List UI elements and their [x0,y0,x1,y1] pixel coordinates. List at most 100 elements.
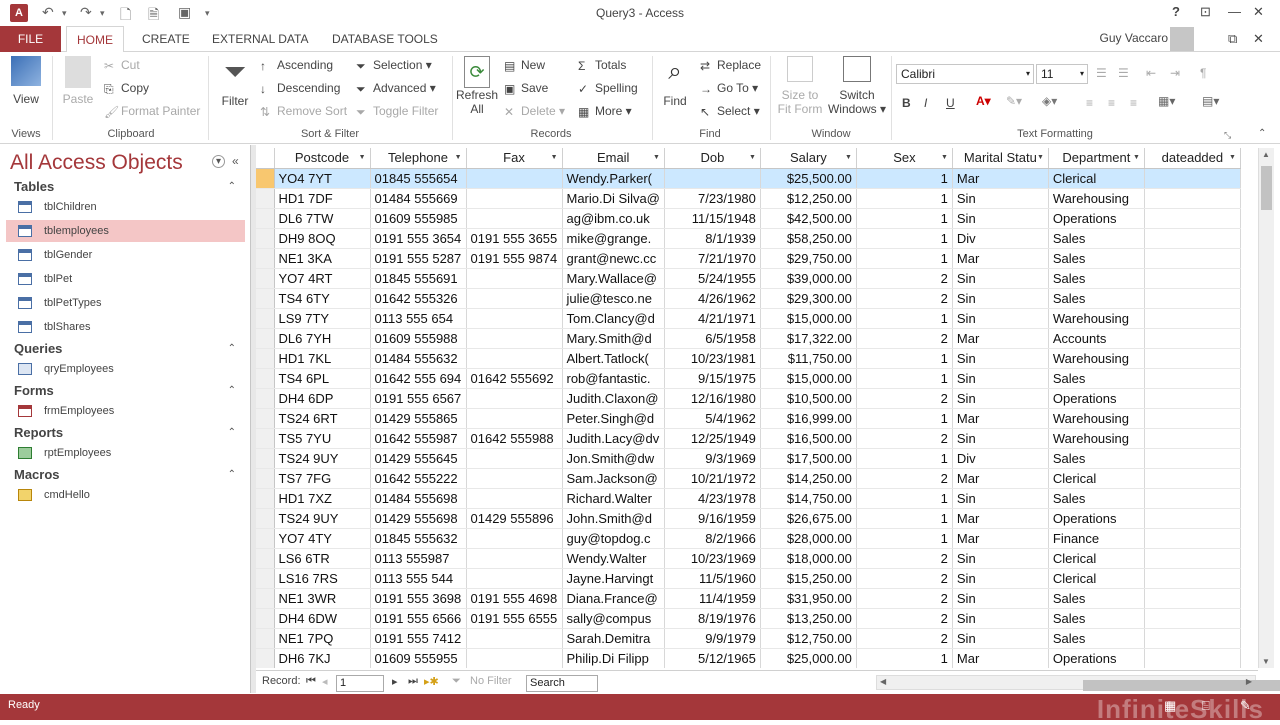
alternate-row-color-icon[interactable]: ▤▾ [1202,94,1219,108]
table-cell[interactable]: Mar [952,328,1049,349]
scroll-down-icon[interactable]: ▼ [1262,657,1270,666]
table-row[interactable]: TS4 6TY 01642 555326 julie@tesco.ne 4/26/19… [256,288,1241,309]
table-cell[interactable]: 9/9/1979 [664,628,761,649]
table-cell[interactable]: Sales [1048,368,1145,389]
record-selector[interactable] [256,528,275,549]
table-cell[interactable]: TS4 6PL [274,368,371,389]
table-cell[interactable]: Sin [952,608,1049,629]
table-row[interactable]: YO4 7YT 01845 555654 Wendy.Parker($25,500.… [256,168,1241,189]
table-cell[interactable]: Mary.Smith@d [562,328,665,349]
tab-file[interactable]: FILE [0,26,61,52]
table-cell[interactable]: DL6 7YH [274,328,371,349]
table-cell[interactable] [1144,268,1241,289]
table-cell[interactable]: Clerical [1048,468,1145,489]
table-cell[interactable]: TS24 6RT [274,408,371,429]
table-cell[interactable]: $16,500.00 [760,428,857,449]
table-cell[interactable] [466,408,563,429]
column-filter-arrow-icon[interactable]: ▼ [455,154,462,161]
table-cell[interactable]: Sin [952,348,1049,369]
table-cell[interactable]: guy@topdog.c [562,528,665,549]
column-header[interactable]: Sex ▼ [856,148,953,169]
table-cell[interactable] [1144,548,1241,569]
table-cell[interactable]: NE1 7PQ [274,628,371,649]
table-row[interactable]: LS16 7RS 0113 555 544 Jayne.Harvingt 11/5/1… [256,568,1241,589]
table-cell[interactable]: Sales [1048,588,1145,609]
refresh-all-button[interactable]: ⟳ Refresh All [456,56,498,116]
table-cell[interactable]: $12,750.00 [760,628,857,649]
table-cell[interactable]: Judith.Claxon@ [562,388,665,409]
table-cell[interactable]: Mar [952,508,1049,529]
record-selector[interactable] [256,268,275,289]
table-cell[interactable]: Sales [1048,228,1145,249]
table-cell[interactable]: Sin [952,188,1049,209]
table-row[interactable]: TS7 7FG 01642 555222 Sam.Jackson@ 10/21/197… [256,468,1241,489]
table-cell[interactable]: HD1 7KL [274,348,371,369]
table-row[interactable]: TS4 6PL 01642 555 694 01642 555692 rob@fant… [256,368,1241,389]
table-cell[interactable]: Peter.Singh@d [562,408,665,429]
table-cell[interactable] [1144,368,1241,389]
column-filter-arrow-icon[interactable]: ▼ [359,154,366,161]
table-cell[interactable]: DH6 7KJ [274,648,371,668]
record-selector[interactable] [256,308,275,329]
table-cell[interactable]: DH9 8OQ [274,228,371,249]
table-cell[interactable]: 4/21/1971 [664,308,761,329]
table-cell[interactable]: 0191 555 3698 [370,588,467,609]
table-cell[interactable]: 2 [856,328,953,349]
table-cell[interactable] [1144,328,1241,349]
table-cell[interactable] [1144,588,1241,609]
table-cell[interactable]: Sales [1048,288,1145,309]
column-header[interactable]: Telephone ▼ [370,148,467,169]
table-cell[interactable]: NE1 3WR [274,588,371,609]
dialog-launcher-icon[interactable]: ⤡ [1224,130,1231,141]
view-button[interactable]: View [8,56,44,106]
table-cell[interactable]: Warehousing [1048,348,1145,369]
record-selector[interactable] [256,328,275,349]
record-selector[interactable] [256,428,275,449]
table-cell[interactable]: 9/3/1969 [664,448,761,469]
table-cell[interactable] [1144,188,1241,209]
column-header[interactable]: Postcode ▼ [274,148,371,169]
table-cell[interactable]: 0191 555 5287 [370,248,467,269]
table-cell[interactable]: 11/15/1948 [664,208,761,229]
table-cell[interactable]: 10/23/1981 [664,348,761,369]
table-row[interactable]: DH9 8OQ 0191 555 3654 0191 555 3655 mike@gr… [256,228,1241,249]
table-cell[interactable]: 01609 555985 [370,208,467,229]
table-cell[interactable]: Clerical [1048,568,1145,589]
column-filter-arrow-icon[interactable]: ▼ [941,154,948,161]
record-selector[interactable] [256,488,275,509]
table-cell[interactable]: $10,500.00 [760,388,857,409]
table-cell[interactable]: Jayne.Harvingt [562,568,665,589]
align-center-icon[interactable]: ≡ [1108,96,1115,110]
table-cell[interactable] [1144,228,1241,249]
table-cell[interactable]: 1 [856,168,953,189]
table-cell[interactable]: TS24 9UY [274,448,371,469]
scroll-right-icon[interactable]: ▶ [1246,677,1252,686]
table-cell[interactable]: Warehousing [1048,188,1145,209]
table-cell[interactable]: Sales [1048,488,1145,509]
table-cell[interactable]: 1 [856,488,953,509]
table-cell[interactable]: 2 [856,548,953,569]
column-filter-arrow-icon[interactable]: ▼ [1133,154,1140,161]
table-row[interactable]: NE1 7PQ 0191 555 7412 Sarah.Demitra 9/9/197… [256,628,1241,649]
table-cell[interactable] [1144,448,1241,469]
descending-button[interactable]: ↓ Descending [260,81,340,96]
collapse-chevron-icon[interactable]: ⌃ [228,469,236,480]
column-header[interactable]: Marital Statu ▼ [952,148,1049,169]
nav-item-tblchildren[interactable]: tblChildren [6,196,245,218]
table-cell[interactable]: 12/25/1949 [664,428,761,449]
table-cell[interactable]: Sin [952,428,1049,449]
paragraph-direction-icon[interactable]: ¶ [1200,66,1206,80]
font-color-icon[interactable]: A▾ [976,94,991,108]
table-cell[interactable]: 9/16/1959 [664,508,761,529]
table-cell[interactable]: 01429 555865 [370,408,467,429]
table-cell[interactable]: $29,750.00 [760,248,857,269]
table-cell[interactable]: Sales [1048,628,1145,649]
table-cell[interactable]: 0191 555 3655 [466,228,563,249]
totals-button[interactable]: Σ Totals [578,58,626,73]
table-cell[interactable] [466,528,563,549]
table-cell[interactable]: $29,300.00 [760,288,857,309]
selection-button[interactable]: ⏷ Selection ▾ [356,58,432,73]
table-cell[interactable]: 2 [856,288,953,309]
table-cell[interactable] [1144,428,1241,449]
table-cell[interactable]: $25,000.00 [760,648,857,668]
